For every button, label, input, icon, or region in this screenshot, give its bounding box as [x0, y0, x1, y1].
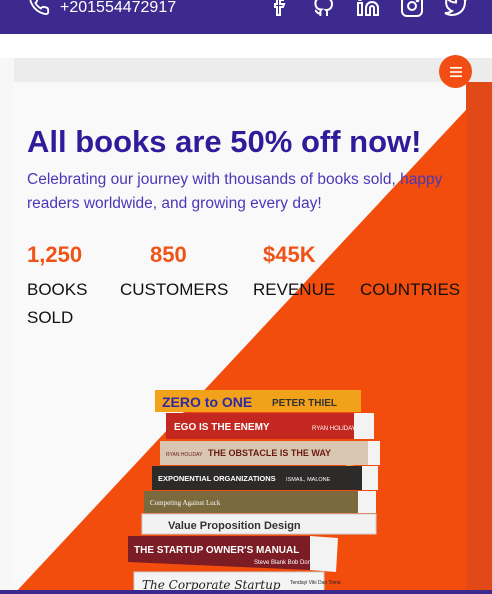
svg-text:EGO IS THE ENEMY: EGO IS THE ENEMY: [174, 422, 270, 433]
hamburger-icon: [449, 66, 462, 77]
github-icon[interactable]: [312, 0, 336, 18]
svg-text:RYAN HOLIDAY: RYAN HOLIDAY: [166, 452, 203, 458]
svg-text:Value Proposition Design: Value Proposition Design: [168, 520, 301, 532]
phone-contact[interactable]: +201554472917: [28, 0, 176, 21]
stat-value: [360, 242, 466, 272]
instagram-icon[interactable]: [400, 0, 424, 18]
svg-text:RYAN HOLIDAY: RYAN HOLIDAY: [312, 426, 356, 432]
phone-number: +201554472917: [60, 0, 177, 16]
stat-customers: 850 CUSTOMERS: [120, 242, 250, 304]
stat-label: BOOKS SOLD: [27, 280, 88, 327]
hero-subtitle: Celebrating our journey with thousands o…: [27, 171, 443, 212]
stat-value: 1,250: [27, 242, 83, 267]
stat-label: COUNTRIES: [360, 280, 461, 299]
svg-text:PETER THIEL: PETER THIEL: [272, 398, 337, 409]
bottom-bar: [0, 590, 492, 594]
stat-label: REVENUE: [253, 280, 336, 299]
stat-revenue: $45K REVENUE: [253, 242, 363, 304]
svg-text:Steve Blank Bob Dorf: Steve Blank Bob Dorf: [254, 560, 312, 566]
header-spacer: [0, 34, 492, 58]
svg-text:ZERO to ONE: ZERO to ONE: [162, 394, 252, 410]
svg-text:Competing Against Luck: Competing Against Luck: [150, 499, 221, 507]
book-startup-owners-manual: THE STARTUP OWNER'S MANUAL Steve Blank B…: [128, 536, 338, 572]
svg-text:THE OBSTACLE IS THE WAY: THE OBSTACLE IS THE WAY: [208, 448, 331, 458]
right-gutter: [466, 82, 492, 594]
book-competing-against-luck: Competing Against Luck: [144, 491, 376, 513]
svg-text:Tendayi Viki Dan Toma: Tendayi Viki Dan Toma: [290, 580, 341, 586]
twitter-icon[interactable]: [444, 0, 468, 18]
linkedin-icon[interactable]: [356, 0, 380, 18]
hero-card: All books are 50% off now! Celebrating o…: [14, 82, 466, 594]
book-obstacle-is-the-way: THE OBSTACLE IS THE WAY RYAN HOLIDAY: [160, 441, 380, 465]
facebook-icon[interactable]: [268, 0, 292, 18]
book-value-proposition-design: Value Proposition Design: [141, 513, 377, 535]
book-stack-image: ZERO to ONE PETER THIEL EGO IS THE ENEMY…: [128, 390, 380, 594]
stat-value: 850: [150, 242, 187, 267]
book-ego-is-the-enemy: EGO IS THE ENEMY RYAN HOLIDAY: [166, 413, 374, 439]
hero-title: All books are 50% off now!: [27, 124, 422, 159]
svg-text:EXPONENTIAL ORGANIZATIONS: EXPONENTIAL ORGANIZATIONS: [158, 474, 276, 483]
left-gutter: [0, 58, 14, 594]
stat-books-sold: 1,250 BOOKS SOLD: [27, 242, 117, 332]
stat-label: CUSTOMERS: [120, 280, 229, 299]
top-bar: +201554472917: [0, 0, 492, 34]
book-exponential-organizations: EXPONENTIAL ORGANIZATIONS ISMAIL, MALONE: [152, 466, 378, 490]
social-links: [268, 0, 468, 18]
svg-text:THE STARTUP OWNER'S MANUAL: THE STARTUP OWNER'S MANUAL: [134, 545, 299, 556]
stat-value: $45K: [263, 242, 316, 267]
stat-countries: COUNTRIES: [360, 242, 466, 304]
phone-icon: [28, 0, 50, 21]
menu-button[interactable]: [439, 55, 472, 88]
svg-text:ISMAIL, MALONE: ISMAIL, MALONE: [286, 477, 331, 483]
book-zero-to-one: ZERO to ONE PETER THIEL: [155, 390, 361, 412]
